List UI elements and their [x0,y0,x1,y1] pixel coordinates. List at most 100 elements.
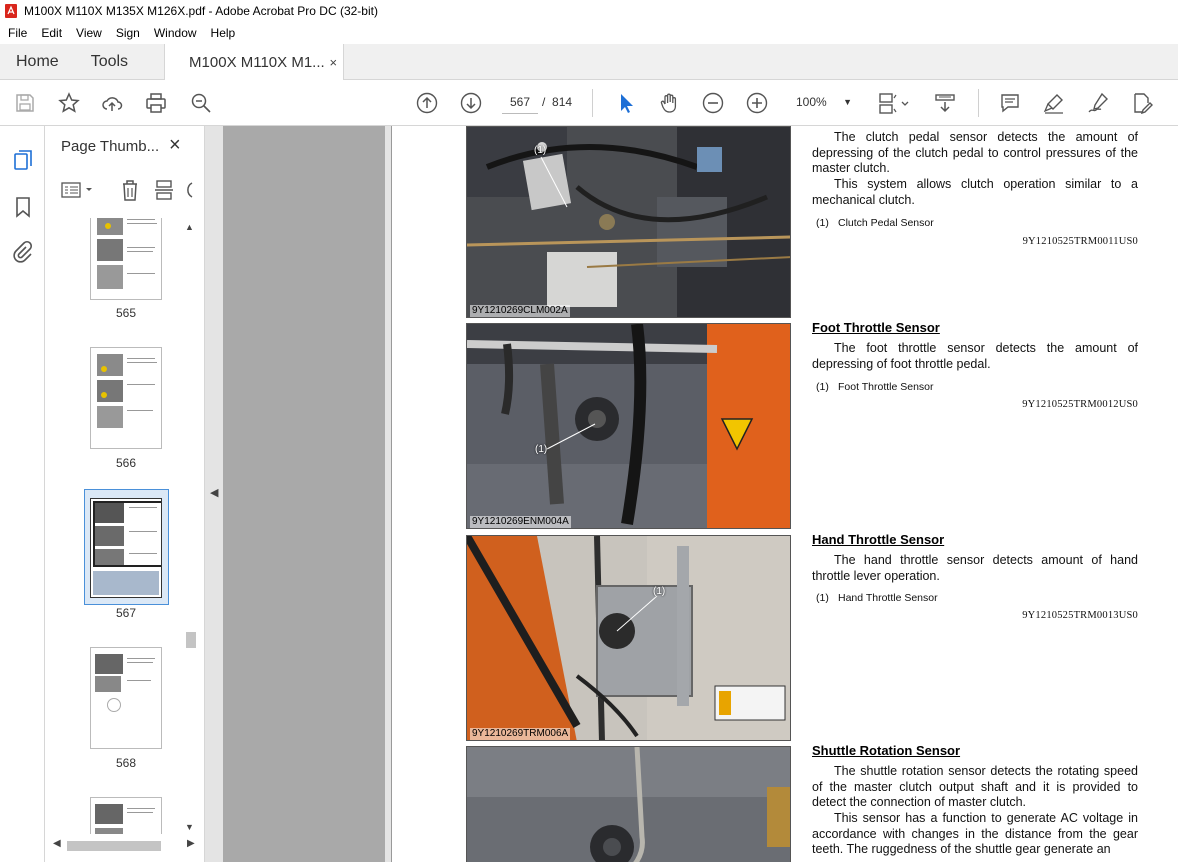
thumbnail-options-icon[interactable] [61,180,95,200]
attachments-icon[interactable] [11,240,35,264]
tab-tools[interactable]: Tools [75,44,144,79]
main-toolbar [0,80,1178,126]
select-cursor-icon[interactable] [614,91,638,115]
upload-icon[interactable] [100,91,124,115]
acrobat-icon [5,4,17,18]
menu-edit[interactable]: Edit [33,26,68,40]
save-icon[interactable] [13,91,37,115]
paragraph: The foot throttle sensor detects the amo… [812,341,1138,371]
photo-hand-throttle-sensor: (1) 9Y1210269TRM006A [466,535,791,741]
menu-bar: File Edit View Sign Window Help [0,22,1178,44]
close-tab-icon[interactable]: × [329,55,337,70]
menu-window[interactable]: Window [146,26,203,40]
scrollbar-thumb[interactable] [186,632,196,648]
highlight-icon[interactable] [1042,91,1066,115]
window-title: M100X M110X M135X M126X.pdf - Adobe Acro… [24,4,378,18]
scroll-right-icon[interactable]: ▶ [187,838,195,849]
page-down-icon[interactable] [459,91,483,115]
sign-icon[interactable] [1086,91,1110,115]
delete-page-icon[interactable] [119,178,141,202]
thumbnail-page[interactable] [90,347,162,449]
thumbnail-page[interactable] [90,797,162,834]
photo-code: 9Y1210269CLM002A [470,305,570,317]
scroll-left-icon[interactable]: ◀ [53,838,61,849]
edit-pdf-icon[interactable] [1130,91,1154,115]
paragraph: This system allows clutch operation simi… [812,177,1138,207]
paragraph: The shuttle rotation sensor detects the … [812,764,1138,810]
thumbnail-label: 565 [115,306,137,320]
menu-help[interactable]: Help [203,26,242,40]
zoom-value: 100% [796,95,827,109]
rotate-page-icon[interactable] [185,178,195,202]
photo-shuttle-rotation-sensor [466,746,791,862]
scroll-mode-icon[interactable] [933,91,957,115]
zoom-in-icon[interactable] [745,91,769,115]
thumbnail-tools [59,178,199,202]
extract-page-icon[interactable] [153,178,175,202]
menu-view[interactable]: View [68,26,108,40]
note-number: (1) [816,592,829,604]
thumbnail-label: 566 [115,456,137,470]
note-number: (1) [816,217,829,229]
section-title: Hand Throttle Sensor [812,532,945,547]
thumbnail-horizontal-scrollbar[interactable]: ◀ ▶ [53,838,199,854]
zoom-select[interactable]: 100% ▼ [790,90,856,114]
photo-clutch-pedal-sensor: (1) 9Y1210269CLM002A [466,126,791,318]
thumbnail-page-current[interactable] [90,498,162,598]
scroll-down-icon[interactable]: ▼ [185,822,194,832]
viewer-margin [223,126,385,862]
thumbnail-label: 568 [115,756,137,770]
figure-note: (1) Foot Throttle Sensor [816,381,934,393]
tab-home[interactable]: Home [0,44,75,79]
callout-label: (1) [534,145,547,156]
menu-file[interactable]: File [0,26,33,40]
thumbnail-page[interactable] [90,218,162,300]
thumbnail-vertical-scrollbar[interactable]: ▲ ▼ [183,218,197,834]
thumbnail-page[interactable] [90,647,162,749]
page-total-value: 814 [552,95,573,109]
print-icon[interactable] [144,91,168,115]
zoom-out-icon[interactable] [701,91,725,115]
note-text: Clutch Pedal Sensor [838,217,934,229]
note-text: Hand Throttle Sensor [838,592,938,604]
photo-code: 9Y1210269TRM006A [470,728,571,740]
toolbar-separator [978,89,979,117]
thumbnail-panel: Page Thumb... × 565 566 567 568 ▲ ▼ ◀ ▶ [45,126,205,862]
comment-icon[interactable] [998,91,1022,115]
page-up-icon[interactable] [415,91,439,115]
page-number-input[interactable]: 567 [502,90,538,114]
left-rail [0,126,45,862]
thumbnail-panel-title: Page Thumb... [61,138,160,155]
figure-note: (1) Hand Throttle Sensor [816,592,938,604]
close-panel-icon[interactable]: × [169,134,181,157]
callout-label: (1) [653,586,666,597]
document-viewer[interactable]: ◀ (1) 9Y1210269CLM002A (1) 9Y1210269ENM0… [205,126,1178,862]
photo-code: 9Y1210269ENM004A [470,516,571,528]
chevron-down-icon: ▼ [843,97,852,107]
note-number: (1) [816,381,829,393]
callout-label: (1) [535,444,548,455]
toolbar-separator [592,89,593,117]
figure-note: (1) Clutch Pedal Sensor [816,217,934,229]
pdf-page: (1) 9Y1210269CLM002A (1) 9Y1210269ENM004… [391,126,1178,862]
scroll-up-icon[interactable]: ▲ [185,222,194,232]
note-text: Foot Throttle Sensor [838,381,934,393]
scrollbar-thumb[interactable] [67,841,161,851]
page-total: / 814 [542,90,572,114]
page-thumbnails-icon[interactable] [11,148,35,172]
thumbnail-label: 567 [115,606,137,620]
title-bar: M100X M110X M135X M126X.pdf - Adobe Acro… [0,0,1178,22]
tab-document[interactable]: M100X M110X M1... × [164,44,345,80]
bookmark-star-icon[interactable] [57,91,81,115]
section-title: Foot Throttle Sensor [812,320,940,335]
collapse-panel-icon[interactable]: ◀ [210,486,218,499]
reference-code: 9Y1210525TRM0013US0 [1022,610,1138,621]
thumbnail-list: 565 566 567 568 [45,218,183,834]
paragraph: The clutch pedal sensor detects the amou… [812,130,1138,176]
search-zoom-icon[interactable] [189,91,213,115]
bookmarks-icon[interactable] [11,195,35,219]
section-title: Shuttle Rotation Sensor [812,743,961,758]
menu-sign[interactable]: Sign [108,26,146,40]
hand-icon[interactable] [657,91,681,115]
page-fit-icon[interactable] [877,91,911,115]
